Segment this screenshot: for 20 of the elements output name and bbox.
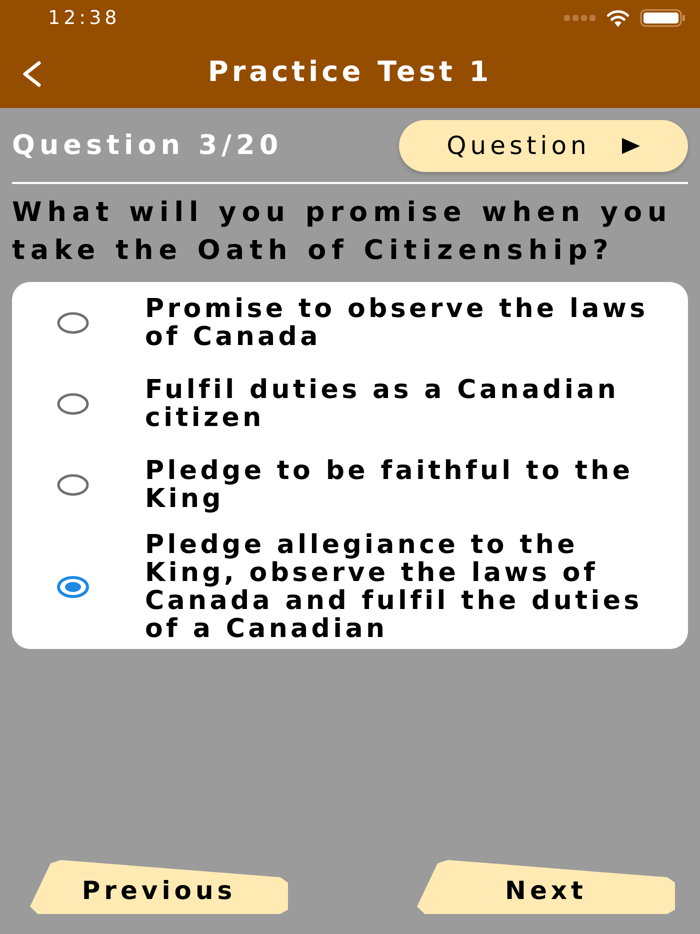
radio-selected-icon[interactable] xyxy=(57,576,89,598)
question-button[interactable]: Question xyxy=(399,120,688,172)
option-text[interactable]: Fulfil duties as a Canadian citizen xyxy=(145,376,673,432)
battery-icon xyxy=(640,9,686,27)
signal-dots-icon xyxy=(564,15,596,21)
previous-button[interactable]: Previous xyxy=(30,860,288,914)
wifi-icon xyxy=(606,9,630,27)
next-button[interactable]: Next xyxy=(417,860,675,914)
status-time: 12:38 xyxy=(48,6,120,31)
back-chevron-icon xyxy=(22,61,42,87)
radio-icon[interactable] xyxy=(57,312,89,334)
screen-title: Practice Test 1 xyxy=(208,54,492,90)
option-text[interactable]: Promise to observe the laws of Canada xyxy=(145,294,673,350)
radio-icon[interactable] xyxy=(57,474,89,496)
question-counter: Question 3/20 xyxy=(12,128,283,163)
radio-icon[interactable] xyxy=(57,392,89,414)
option-text[interactable]: Pledge to be faithful to the King xyxy=(145,456,673,512)
option-text[interactable]: Pledge allegiance to the King, observe the laws of Canada and fulfil the duties of a Canadian xyxy=(145,531,673,643)
question-text: What will you promise when you take the Oath of Citizenship? xyxy=(12,196,674,268)
play-icon xyxy=(622,138,640,154)
